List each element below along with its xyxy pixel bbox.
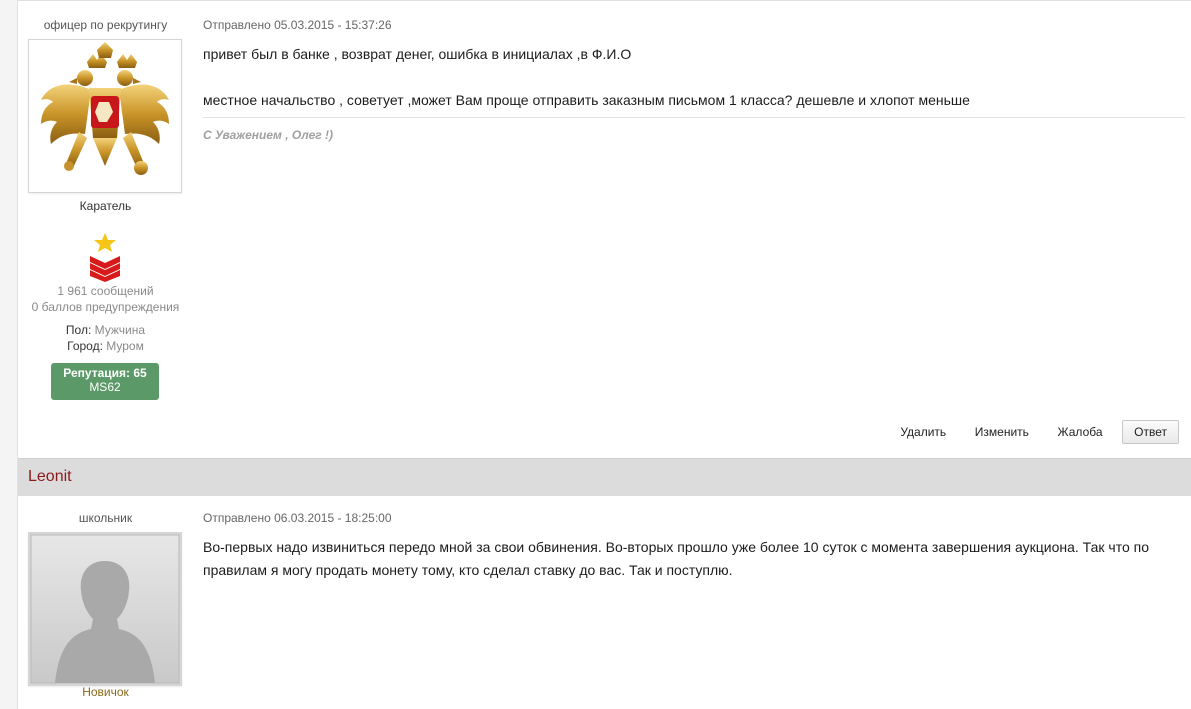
delete-button[interactable]: Удалить bbox=[875, 420, 946, 444]
avatar[interactable] bbox=[28, 39, 182, 193]
group-name: Каратель bbox=[79, 199, 132, 213]
post-text-line: Во-первых надо извиниться передо мной за… bbox=[203, 539, 1149, 555]
gender-label: Пол: bbox=[65, 323, 92, 337]
post-actions: Удалить Изменить Жалоба Ответ bbox=[875, 420, 1179, 444]
signature-divider bbox=[203, 117, 1185, 118]
post-text-line: правилам я могу продать монету тому, кто… bbox=[203, 562, 733, 578]
post-body: Во-первых надо извиниться передо мной за… bbox=[203, 536, 1185, 582]
default-avatar-icon bbox=[30, 534, 180, 684]
report-button[interactable]: Жалоба bbox=[1033, 420, 1103, 444]
star-chevrons-icon bbox=[88, 232, 122, 282]
signature: С Уважением , Олег !) bbox=[203, 128, 333, 142]
avatar[interactable] bbox=[28, 532, 182, 686]
gender-value: Мужчина bbox=[94, 323, 146, 337]
warning-points: 0 баллов предупреждения bbox=[31, 300, 180, 314]
reputation-sub: MS62 bbox=[89, 380, 121, 394]
reputation-badge[interactable]: Репутация: 65 MS62 bbox=[51, 363, 159, 400]
city-label: Город: bbox=[67, 339, 103, 353]
city-field: Город: Муром bbox=[18, 339, 193, 353]
user-title: школьник bbox=[78, 511, 133, 525]
left-border bbox=[0, 0, 18, 709]
post-author-bar: Leonit bbox=[18, 458, 1191, 496]
gender-field: Пол: Мужчина bbox=[18, 323, 193, 337]
post-text-line: привет был в банке , возврат денег, ошиб… bbox=[203, 46, 632, 62]
reputation-value: Репутация: 65 bbox=[63, 366, 147, 380]
user-title: офицер по рекрутингу bbox=[43, 18, 168, 32]
post: школьник Новичок Отправлено 06.03.2015 -… bbox=[18, 495, 1191, 709]
post-text-line: местное начальство , советует ,может Вам… bbox=[203, 92, 970, 108]
post: офицер по рекрутингу Каратель 1 961 сооб… bbox=[18, 0, 1191, 459]
post-body: привет был в банке , возврат денег, ошиб… bbox=[203, 43, 1185, 112]
coat-of-arms-icon bbox=[41, 42, 169, 175]
post-date: Отправлено 05.03.2015 - 15:37:26 bbox=[203, 18, 392, 32]
reply-button[interactable]: Ответ bbox=[1122, 420, 1179, 444]
post-date: Отправлено 06.03.2015 - 18:25:00 bbox=[203, 511, 392, 525]
edit-button[interactable]: Изменить bbox=[950, 420, 1029, 444]
posts-count: 1 961 сообщений bbox=[57, 284, 154, 298]
forum-topic: офицер по рекрутингу Каратель 1 961 сооб… bbox=[0, 0, 1191, 709]
author-name-link[interactable]: Leonit bbox=[28, 468, 72, 486]
city-value: Муром bbox=[106, 339, 144, 353]
group-name: Новичок bbox=[82, 685, 129, 699]
